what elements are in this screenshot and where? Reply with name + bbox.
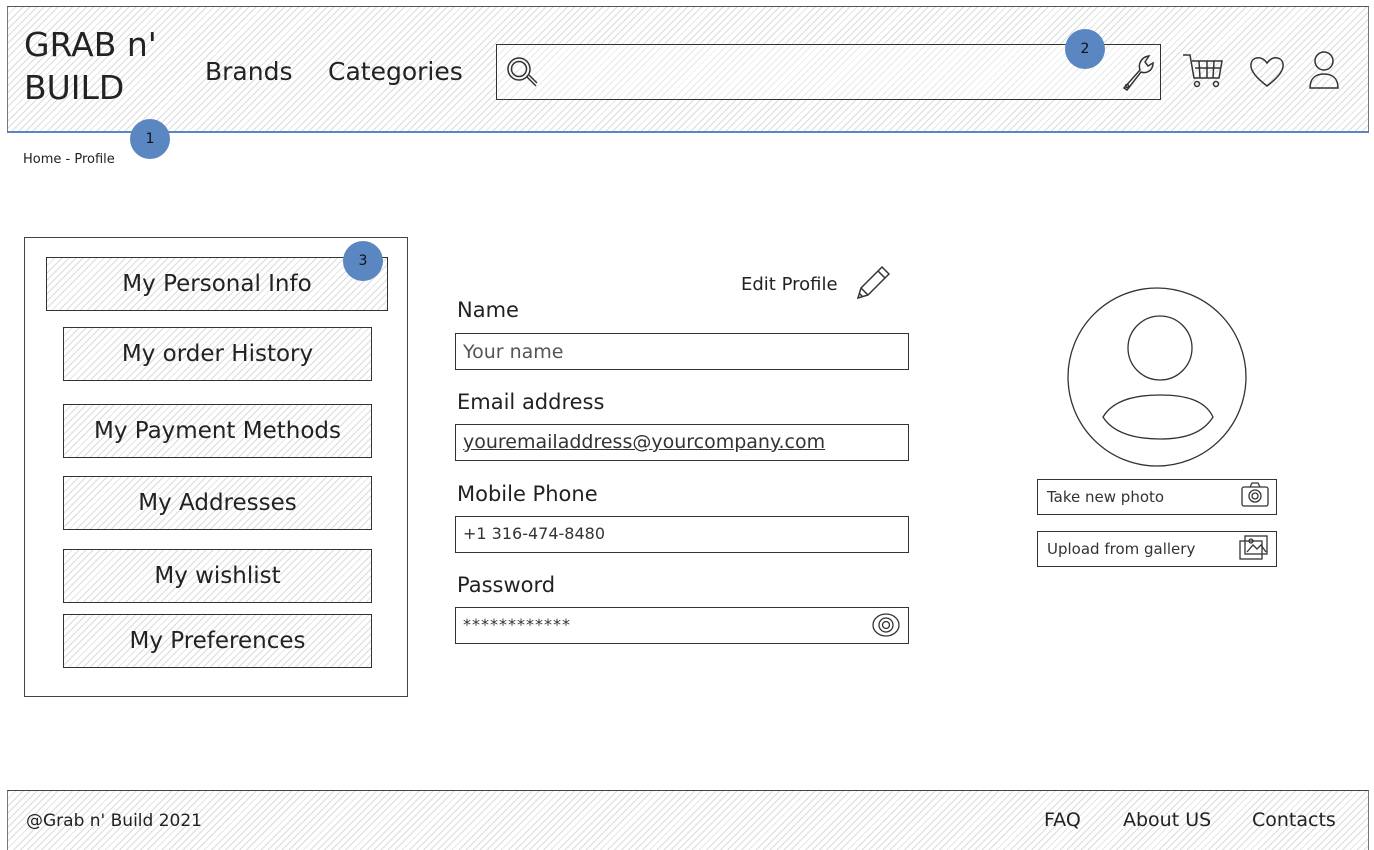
sidebar-item-order-history[interactable]: My order History	[63, 327, 372, 381]
camera-icon	[1240, 482, 1270, 512]
sidebar-item-payment-methods[interactable]: My Payment Methods	[63, 404, 372, 458]
email-label: Email address	[457, 390, 605, 414]
footer-link-faq[interactable]: FAQ	[1044, 809, 1081, 831]
site-logo[interactable]: GRAB n' BUILD	[24, 23, 194, 109]
wrench-icon[interactable]	[1117, 51, 1157, 93]
upload-from-gallery-button[interactable]: Upload from gallery	[1037, 531, 1277, 567]
top-header: GRAB n' BUILD Brands Categories	[7, 6, 1369, 133]
sidebar-item-preferences[interactable]: My Preferences	[63, 614, 372, 668]
gallery-icon	[1238, 533, 1270, 565]
search-icon[interactable]	[503, 53, 541, 91]
annotation-badge-2: 2	[1065, 29, 1105, 69]
email-field[interactable]: youremailaddress@yourcompany.com	[455, 424, 909, 461]
heart-icon[interactable]	[1246, 51, 1288, 91]
sidebar-item-addresses[interactable]: My Addresses	[63, 476, 372, 530]
search-bar	[496, 44, 1161, 100]
logo-line-2: BUILD	[24, 68, 125, 107]
annotation-badge-3: 3	[343, 241, 383, 281]
phone-field[interactable]: +1 316-474-8480	[455, 516, 909, 553]
avatar	[1065, 285, 1250, 470]
pencil-icon	[854, 262, 894, 307]
edit-profile-button[interactable]: Edit Profile	[741, 262, 894, 307]
sidebar-item-wishlist[interactable]: My wishlist	[63, 549, 372, 603]
footer-link-contacts[interactable]: Contacts	[1252, 809, 1336, 831]
phone-label: Mobile Phone	[457, 482, 598, 506]
copyright-text: @Grab n' Build 2021	[26, 811, 202, 831]
take-new-photo-label: Take new photo	[1047, 488, 1165, 506]
search-input[interactable]	[545, 55, 1105, 89]
eye-icon[interactable]	[870, 610, 902, 652]
annotation-badge-1: 1	[130, 119, 170, 159]
user-icon[interactable]	[1304, 47, 1344, 93]
email-value: youremailaddress@yourcompany.com	[463, 431, 826, 453]
edit-profile-label: Edit Profile	[741, 274, 838, 295]
sidebar-item-personal-info[interactable]: My Personal Info	[46, 257, 388, 311]
password-label: Password	[457, 573, 556, 597]
footer: @Grab n' Build 2021 FAQ About US Contact…	[7, 790, 1369, 850]
nav-categories[interactable]: Categories	[328, 57, 463, 86]
name-input[interactable]	[455, 333, 909, 370]
breadcrumb[interactable]: Home - Profile	[23, 152, 115, 167]
footer-link-about[interactable]: About US	[1123, 809, 1211, 831]
phone-value: +1 316-474-8480	[463, 524, 606, 543]
password-value: ************	[463, 615, 571, 634]
password-field[interactable]: ************	[455, 607, 909, 644]
logo-line-1: GRAB n'	[24, 25, 157, 64]
nav-brands[interactable]: Brands	[205, 57, 293, 86]
name-label: Name	[457, 298, 519, 322]
profile-sidebar: My Personal Info My order History My Pay…	[24, 237, 408, 697]
cart-icon[interactable]	[1180, 49, 1226, 91]
take-new-photo-button[interactable]: Take new photo	[1037, 479, 1277, 515]
upload-from-gallery-label: Upload from gallery	[1047, 540, 1196, 558]
